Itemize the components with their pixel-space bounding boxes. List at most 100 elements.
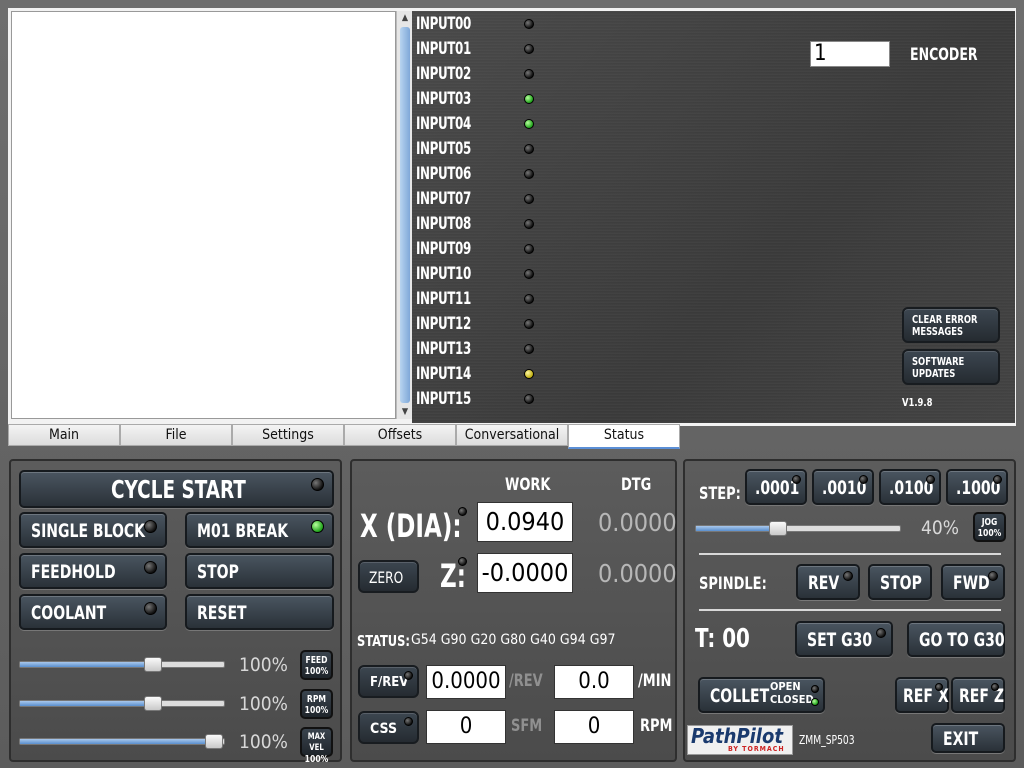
- scroll-up-arrow-icon[interactable]: ▲: [399, 12, 411, 24]
- jog-step-button[interactable]: .0100: [879, 469, 941, 505]
- tool-number: T: 00: [695, 624, 750, 654]
- maxvel-badge-label: MAX VEL: [307, 732, 326, 753]
- clear-error-line2: MESSAGES: [912, 325, 964, 338]
- spindle-fwd-label: FWD: [953, 572, 990, 594]
- rpm-override-slider[interactable]: [19, 696, 225, 711]
- clear-error-messages-button[interactable]: CLEAR ERROR MESSAGES: [902, 307, 1000, 343]
- encoder-label: ENCODER: [910, 45, 978, 65]
- spindle-fwd-button[interactable]: FWD: [941, 564, 1005, 600]
- tab-file[interactable]: File: [120, 424, 232, 446]
- reset-button[interactable]: RESET: [185, 594, 334, 630]
- input-status-led: [524, 194, 534, 204]
- input-label: INPUT13: [416, 339, 471, 359]
- tab-main[interactable]: Main: [8, 424, 120, 446]
- error-message-log[interactable]: [11, 11, 396, 419]
- pathpilot-logo: PathPilot BY TORMACH: [687, 724, 793, 755]
- go-to-g30-button[interactable]: GO TO G30: [907, 621, 1005, 657]
- input-row: INPUT07: [416, 187, 546, 212]
- input-status-led: [524, 244, 534, 254]
- input-row: INPUT12: [416, 312, 546, 337]
- input-status-led: [524, 94, 534, 104]
- feedhold-led: [144, 561, 157, 574]
- input-row: INPUT05: [416, 137, 546, 162]
- scrollbar-thumb[interactable]: [400, 27, 410, 403]
- input-status-led: [524, 44, 534, 54]
- maxvel-slider-knob[interactable]: [204, 734, 223, 749]
- jog-step-button[interactable]: .0010: [812, 469, 874, 505]
- spindle-fwd-led: [988, 571, 998, 581]
- step-label: STEP:: [699, 484, 741, 504]
- jog-slider-knob[interactable]: [768, 521, 787, 536]
- rpm-unit: RPM: [640, 716, 673, 736]
- input-status-led: [524, 319, 534, 329]
- rpm-slider-knob[interactable]: [143, 696, 162, 711]
- m01-break-button[interactable]: M01 BREAK: [185, 512, 334, 548]
- input-label: INPUT11: [416, 289, 471, 309]
- spindle-stop-button[interactable]: STOP: [868, 564, 932, 600]
- maxvel-override-slider[interactable]: [19, 734, 225, 749]
- input-list-scrollbar[interactable]: ▲ ▼: [396, 11, 412, 419]
- maxvel-reset-button[interactable]: MAX VEL 100%: [300, 727, 333, 765]
- jog-speed-slider[interactable]: [695, 521, 901, 536]
- rpm-field[interactable]: 0: [554, 710, 634, 744]
- x-work-dro[interactable]: 0.0940: [477, 502, 573, 542]
- sfm-field[interactable]: 0: [426, 710, 506, 744]
- feed-per-min-field[interactable]: 0.0: [554, 665, 634, 699]
- single-block-led: [144, 520, 157, 533]
- feed-reset-button[interactable]: FEED 100%: [300, 650, 333, 680]
- feed-override-percent: 100%: [239, 654, 288, 676]
- feed-per-rev-field[interactable]: 0.0000: [426, 665, 506, 699]
- software-updates-button[interactable]: SOFTWARE UPDATES: [902, 349, 1000, 385]
- work-header: WORK: [505, 475, 551, 495]
- jog-step-button[interactable]: .0001: [745, 469, 807, 505]
- input-row: INPUT13: [416, 337, 546, 362]
- ref-z-button[interactable]: REF Z: [951, 677, 1005, 713]
- feedhold-button[interactable]: FEEDHOLD: [19, 553, 167, 589]
- pathpilot-window: ▲ ▼ INPUT00 INPUT01 INPUT02 INPUT03 INPUT04 I…: [0, 0, 1024, 768]
- tab-offsets[interactable]: Offsets: [344, 424, 456, 446]
- feed-slider-knob[interactable]: [143, 657, 162, 672]
- feed-override-slider[interactable]: [19, 657, 225, 672]
- cycle-start-button[interactable]: CYCLE START: [19, 470, 334, 508]
- rpm-reset-button[interactable]: RPM 100%: [300, 689, 333, 719]
- collet-closed-label: CLOSED: [770, 693, 814, 706]
- jog-reset-button[interactable]: JOG 100%: [973, 512, 1006, 542]
- z-work-dro[interactable]: -0.0000: [477, 553, 573, 593]
- feedhold-label: FEEDHOLD: [31, 561, 116, 583]
- logo-subtext: BY TORMACH: [728, 745, 785, 753]
- input-status-led: [524, 144, 534, 154]
- scroll-down-arrow-icon[interactable]: ▼: [399, 406, 411, 418]
- input-status-led: [524, 294, 534, 304]
- exit-button[interactable]: EXIT: [931, 723, 1005, 753]
- tab-conversational[interactable]: Conversational: [456, 424, 568, 446]
- stop-button[interactable]: STOP: [185, 553, 334, 589]
- collet-button[interactable]: COLLET OPEN CLOSED: [698, 677, 825, 713]
- status-label: STATUS:: [357, 632, 410, 650]
- input-status-led: [524, 119, 534, 129]
- input-row: INPUT09: [416, 237, 546, 262]
- input-status-led: [524, 269, 534, 279]
- input-label: INPUT00: [416, 14, 471, 34]
- css-button[interactable]: CSS: [358, 711, 419, 744]
- go-to-g30-label: GO TO G30: [919, 629, 1005, 651]
- input-row: INPUT10: [416, 262, 546, 287]
- input-status-led: [524, 19, 534, 29]
- spindle-rev-led: [843, 571, 853, 581]
- zero-label: ZERO: [369, 568, 404, 587]
- spindle-rev-button[interactable]: REV: [796, 564, 860, 600]
- set-g30-button[interactable]: SET G30: [795, 621, 893, 657]
- input-label: INPUT01: [416, 39, 471, 59]
- feed-per-rev-button[interactable]: F/REV: [358, 665, 419, 698]
- input-label: INPUT08: [416, 214, 471, 234]
- coolant-button[interactable]: COOLANT: [19, 594, 167, 630]
- jog-step-button[interactable]: .1000: [946, 469, 1008, 505]
- ref-x-button[interactable]: REF X: [895, 677, 949, 713]
- status-panel: INPUT00 INPUT01 INPUT02 INPUT03 INPUT04 INPUT…: [412, 11, 1015, 423]
- zero-button[interactable]: ZERO: [358, 560, 419, 593]
- jog-step-led: [792, 475, 801, 484]
- jog-speed-percent: 40%: [921, 517, 959, 539]
- single-block-button[interactable]: SINGLE BLOCK: [19, 512, 167, 548]
- min-unit: /MIN: [638, 671, 672, 691]
- tab-settings[interactable]: Settings: [232, 424, 344, 446]
- tab-status[interactable]: Status: [568, 424, 680, 449]
